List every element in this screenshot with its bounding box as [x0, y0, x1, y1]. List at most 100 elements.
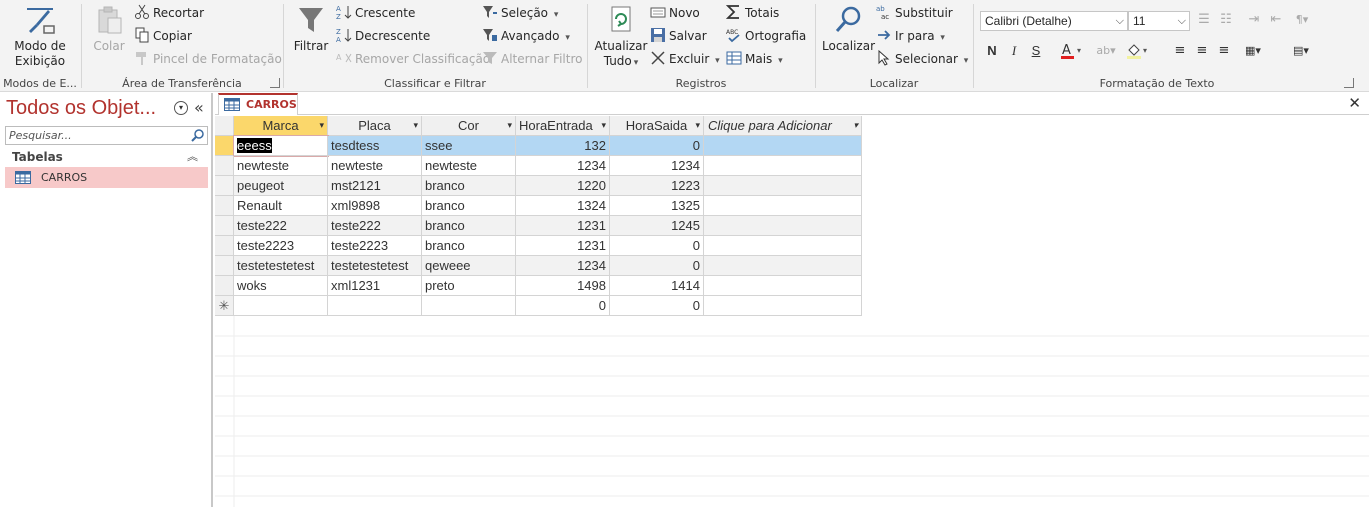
- cell-placa[interactable]: teste222: [328, 216, 422, 236]
- cell-horaentrada[interactable]: 1234: [516, 156, 610, 176]
- cell-cor[interactable]: newteste: [422, 156, 516, 176]
- column-dropdown-icon[interactable]: ▾: [695, 116, 700, 135]
- column-header-add[interactable]: Clique para Adicionar ▾: [704, 116, 862, 136]
- row-selector[interactable]: [215, 236, 234, 256]
- filter-button[interactable]: Filtrar: [292, 4, 330, 54]
- cell-marca[interactable]: teste2223: [234, 236, 328, 256]
- sort-ascending-button[interactable]: A Z Crescente: [336, 3, 415, 23]
- cell-horasaida[interactable]: 0: [610, 296, 704, 316]
- bold-button[interactable]: N: [982, 41, 1002, 61]
- cell-add[interactable]: [704, 216, 862, 236]
- column-header-cor[interactable]: Cor ▾: [422, 116, 516, 136]
- refresh-all-button[interactable]: Atualizar Tudo: [594, 4, 648, 71]
- new-record-button[interactable]: Novo: [650, 3, 700, 23]
- nav-pane-title[interactable]: Todos os Objet...: [6, 97, 156, 120]
- cell-horasaida[interactable]: 0: [610, 256, 704, 276]
- find-button[interactable]: Localizar: [822, 4, 875, 54]
- column-header-horasaida[interactable]: HoraSaida ▾: [610, 116, 704, 136]
- cell-marca[interactable]: teste222: [234, 216, 328, 236]
- chevron-down-icon[interactable]: ⌵: [1116, 12, 1124, 30]
- cell-add[interactable]: [704, 236, 862, 256]
- cell-horasaida[interactable]: 1325: [610, 196, 704, 216]
- spelling-button[interactable]: ABC Ortografia: [726, 26, 806, 46]
- cell-add[interactable]: [704, 256, 862, 276]
- cell-horaentrada[interactable]: 1234: [516, 256, 610, 276]
- collapse-section-icon[interactable]: ︽: [187, 148, 198, 166]
- clipboard-launcher-icon[interactable]: [270, 78, 280, 88]
- format-painter-button[interactable]: Pincel de Formatação: [134, 49, 282, 69]
- cell-horasaida[interactable]: 1245: [610, 216, 704, 236]
- cell-add[interactable]: [704, 156, 862, 176]
- view-button[interactable]: Modo de Exibição: [8, 4, 72, 69]
- chevron-down-icon[interactable]: ⌵: [1178, 12, 1186, 30]
- cell-add[interactable]: [704, 276, 862, 296]
- fill-color-button[interactable]: ▾: [1124, 41, 1154, 61]
- align-right-icon[interactable]: ≡: [1214, 41, 1234, 61]
- column-dropdown-icon[interactable]: ▾: [413, 116, 418, 135]
- row-selector[interactable]: [215, 256, 234, 276]
- column-dropdown-icon[interactable]: ▾: [853, 116, 858, 135]
- goto-button[interactable]: Ir para: [876, 26, 945, 46]
- text-formatting-launcher-icon[interactable]: [1344, 78, 1354, 88]
- select-button[interactable]: Selecionar: [876, 49, 968, 69]
- cell-horaentrada[interactable]: 1231: [516, 236, 610, 256]
- delete-record-button[interactable]: Excluir: [650, 49, 720, 69]
- row-selector[interactable]: [215, 276, 234, 296]
- cell-horasaida[interactable]: 1414: [610, 276, 704, 296]
- increase-indent-icon[interactable]: ⇥: [1244, 10, 1264, 30]
- cell-marca[interactable]: [234, 296, 328, 316]
- search-icon[interactable]: [190, 128, 206, 143]
- cell-marca[interactable]: newteste: [234, 156, 328, 176]
- row-selector[interactable]: [215, 176, 234, 196]
- column-header-horaentrada[interactable]: HoraEntrada ▾: [516, 116, 610, 136]
- replace-button[interactable]: ab ac Substituir: [876, 3, 953, 23]
- underline-button[interactable]: S: [1026, 41, 1046, 61]
- bullets-icon[interactable]: ☰: [1194, 10, 1214, 30]
- cell-placa[interactable]: teste2223: [328, 236, 422, 256]
- cell-add[interactable]: [704, 296, 862, 316]
- column-dropdown-icon[interactable]: ▾: [319, 116, 324, 135]
- cell-placa[interactable]: xml9898: [328, 196, 422, 216]
- paste-button[interactable]: Colar: [88, 4, 130, 54]
- cell-horaentrada[interactable]: 1220: [516, 176, 610, 196]
- font-name-combo[interactable]: Calibri (Detalhe) ⌵: [980, 11, 1128, 31]
- gridlines-icon[interactable]: ▦▾: [1240, 41, 1266, 61]
- cell-cor[interactable]: qeweee: [422, 256, 516, 276]
- cell-placa[interactable]: testetestetest: [328, 256, 422, 276]
- row-selector[interactable]: [215, 196, 234, 216]
- cell-add[interactable]: [704, 136, 862, 156]
- copy-button[interactable]: Copiar: [134, 26, 192, 46]
- cell-horasaida[interactable]: 1234: [610, 156, 704, 176]
- cell-marca[interactable]: eeess: [233, 135, 329, 157]
- cell-marca[interactable]: peugeot: [234, 176, 328, 196]
- cell-cor[interactable]: branco: [422, 176, 516, 196]
- more-records-button[interactable]: Mais: [726, 49, 783, 69]
- align-left-icon[interactable]: ≡: [1170, 41, 1190, 61]
- cell-horaentrada[interactable]: 132: [516, 136, 610, 156]
- column-header-placa[interactable]: Placa ▾: [328, 116, 422, 136]
- cell-placa[interactable]: [328, 296, 422, 316]
- highlight-icon[interactable]: ab▾: [1092, 41, 1120, 61]
- cell-placa[interactable]: newteste: [328, 156, 422, 176]
- select-all-corner[interactable]: [215, 116, 234, 136]
- cell-add[interactable]: [704, 196, 862, 216]
- column-dropdown-icon[interactable]: ▾: [507, 116, 512, 135]
- cell-cor[interactable]: branco: [422, 196, 516, 216]
- italic-button[interactable]: I: [1004, 41, 1024, 61]
- decrease-indent-icon[interactable]: ⇤: [1266, 10, 1286, 30]
- advanced-button[interactable]: Avançado: [482, 26, 570, 46]
- selection-button[interactable]: Seleção: [482, 3, 558, 23]
- paragraph-direction-icon[interactable]: ¶▾: [1292, 10, 1312, 30]
- cell-marca[interactable]: Renault: [234, 196, 328, 216]
- numbering-icon[interactable]: ☷: [1216, 10, 1236, 30]
- remove-sort-button[interactable]: A Remover Classificação: [336, 49, 490, 69]
- cut-button[interactable]: Recortar: [134, 3, 204, 23]
- cell-cor[interactable]: branco: [422, 236, 516, 256]
- cell-horasaida[interactable]: 0: [610, 236, 704, 256]
- cell-placa[interactable]: mst2121: [328, 176, 422, 196]
- totals-button[interactable]: Totais: [726, 3, 779, 23]
- row-selector[interactable]: [215, 136, 234, 156]
- nav-section-tables[interactable]: Tabelas ︽: [5, 148, 208, 166]
- nav-menu-icon[interactable]: ▾: [174, 101, 188, 115]
- align-center-icon[interactable]: ≡: [1192, 41, 1212, 61]
